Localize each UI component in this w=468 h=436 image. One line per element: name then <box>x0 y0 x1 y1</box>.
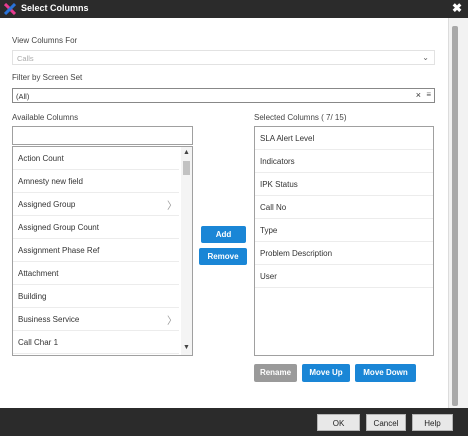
list-item-label: Building <box>18 292 47 301</box>
close-icon[interactable]: ✖ <box>452 1 462 15</box>
list-item-label: IPK Status <box>260 180 298 189</box>
available-columns-label: Available Columns <box>12 113 79 122</box>
dialog-footer: OK Cancel Help <box>0 408 468 436</box>
screen-set-value: (All) <box>16 92 30 101</box>
list-item[interactable]: Problem Description <box>255 242 433 265</box>
selected-columns-list: SLA Alert Level Indicators IPK Status Ca… <box>254 126 434 356</box>
available-scroll-thumb[interactable] <box>183 161 190 175</box>
list-item[interactable]: Action Count <box>13 147 179 170</box>
list-item[interactable]: Call No <box>255 196 433 219</box>
dropdown-menu-icon[interactable]: ≡ <box>426 90 431 99</box>
list-item-label: Assignment Phase Ref <box>18 246 100 255</box>
dialog-scroll-thumb[interactable] <box>452 26 458 406</box>
screen-set-label: Filter by Screen Set <box>12 73 83 82</box>
view-columns-label: View Columns For <box>12 36 78 45</box>
list-item[interactable]: Assigned Group Count <box>13 216 179 239</box>
list-item-label: Call No <box>260 203 287 212</box>
remove-button[interactable]: Remove <box>199 248 247 265</box>
list-item[interactable]: Assigned Group 〉 <box>13 193 179 216</box>
x-logo-icon <box>4 3 16 15</box>
list-item[interactable]: Assignment Phase Ref <box>13 239 179 262</box>
list-item-label: Attachment <box>18 269 59 278</box>
list-item-label: Indicators <box>260 157 295 166</box>
help-button[interactable]: Help <box>412 414 453 431</box>
list-item-label: Business Service <box>18 315 80 324</box>
list-item-label: Call Char 1 <box>18 338 59 347</box>
list-item-label: Type <box>260 226 278 235</box>
available-list-scrollbar[interactable]: ▲ ▼ <box>181 147 192 355</box>
move-down-button[interactable]: Move Down <box>355 364 416 382</box>
list-item-label: Assigned Group Count <box>18 223 99 232</box>
list-item[interactable]: Type <box>255 219 433 242</box>
list-item[interactable]: Amnesty new field <box>13 170 179 193</box>
list-item[interactable]: IPK Status <box>255 173 433 196</box>
list-item-label: User <box>260 272 277 281</box>
view-columns-select[interactable]: Calls ⌄ <box>12 50 435 65</box>
list-item[interactable]: Business Service 〉 <box>13 308 179 331</box>
selected-columns-label: Selected Columns ( 7/ 15) <box>254 113 347 122</box>
scroll-up-icon[interactable]: ▲ <box>183 149 190 156</box>
scroll-down-icon[interactable]: ▼ <box>183 344 190 351</box>
chevron-down-icon: ⌄ <box>422 53 429 62</box>
chevron-right-icon[interactable]: 〉 <box>167 312 177 327</box>
move-up-button[interactable]: Move Up <box>302 364 350 382</box>
window-title: Select Columns <box>21 3 89 13</box>
available-search-input[interactable] <box>12 126 193 145</box>
list-item[interactable]: Building <box>13 285 179 308</box>
list-item-label: Problem Description <box>260 249 333 258</box>
clear-icon[interactable]: × <box>416 90 421 100</box>
chevron-right-icon[interactable]: 〉 <box>167 197 177 212</box>
list-item-label: Amnesty new field <box>18 177 83 186</box>
ok-button[interactable]: OK <box>317 414 360 431</box>
title-bar: Select Columns ✖ <box>0 0 468 18</box>
list-item[interactable]: Attachment <box>13 262 179 285</box>
cancel-button[interactable]: Cancel <box>366 414 406 431</box>
dialog-scrollbar[interactable] <box>448 18 468 408</box>
add-button[interactable]: Add <box>201 226 246 243</box>
list-item[interactable]: SLA Alert Level <box>255 127 433 150</box>
list-item-label: Assigned Group <box>18 200 76 209</box>
screen-set-select[interactable]: (All) × ≡ <box>12 88 435 103</box>
rename-button[interactable]: Rename <box>254 364 297 382</box>
available-columns-list: Action Count Amnesty new field Assigned … <box>12 146 193 356</box>
view-columns-value: Calls <box>17 54 34 63</box>
list-item[interactable]: Call Char 1 <box>13 331 179 354</box>
list-item-label: Action Count <box>18 154 64 163</box>
list-item-label: SLA Alert Level <box>260 134 315 143</box>
list-item[interactable]: User <box>255 265 433 288</box>
list-item[interactable]: Indicators <box>255 150 433 173</box>
